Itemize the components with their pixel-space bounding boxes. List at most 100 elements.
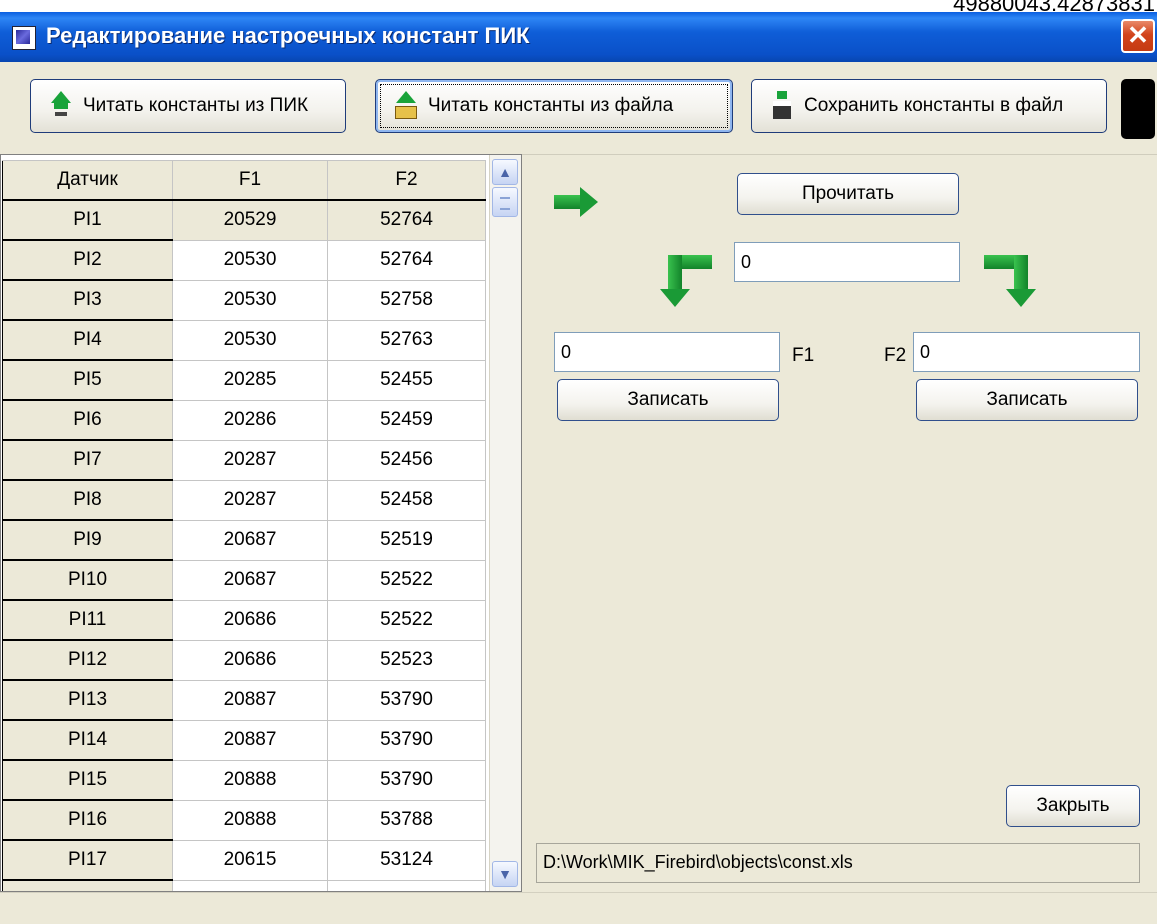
f1-cell[interactable]: 20888 bbox=[172, 759, 328, 801]
read-constants-from-file-button[interactable]: Читать константы из файла bbox=[375, 79, 733, 133]
f1-cell[interactable]: 20286 bbox=[172, 399, 328, 441]
f1-cell[interactable]: 20529 bbox=[172, 199, 328, 241]
title-bar[interactable]: Редактирование настроечных констант ПИК … bbox=[0, 12, 1157, 62]
table-row[interactable]: PI16 20888 53788 bbox=[2, 799, 486, 841]
upload-icon bbox=[49, 91, 73, 121]
scroll-up-button[interactable]: ▲ bbox=[492, 159, 518, 185]
read-constants-from-pik-button[interactable]: Читать константы из ПИК bbox=[30, 79, 346, 133]
f1-cell[interactable]: 20530 bbox=[172, 239, 328, 281]
write-f1-button[interactable]: Записать bbox=[557, 379, 779, 421]
sensor-cell[interactable]: PI14 bbox=[2, 719, 173, 761]
f1-cell[interactable]: 20287 bbox=[172, 479, 328, 521]
f2-cell[interactable]: 52758 bbox=[327, 279, 486, 321]
f2-cell[interactable]: 52522 bbox=[327, 599, 486, 641]
save-constants-to-file-button[interactable]: Сохранить константы в файл bbox=[751, 79, 1107, 133]
f1-cell[interactable]: 20687 bbox=[172, 519, 328, 561]
f1-cell[interactable]: 20686 bbox=[172, 639, 328, 681]
f2-cell[interactable]: 52764 bbox=[327, 199, 486, 241]
f2-cell[interactable]: 52764 bbox=[327, 239, 486, 281]
f2-cell[interactable]: 53125 bbox=[327, 879, 486, 891]
f2-cell[interactable]: 53124 bbox=[327, 839, 486, 881]
sensor-cell[interactable]: PI2 bbox=[2, 239, 173, 281]
sensor-cell[interactable]: PI8 bbox=[2, 479, 173, 521]
sensor-cell[interactable]: PI10 bbox=[2, 559, 173, 601]
f1-label: F1 bbox=[792, 345, 815, 366]
sensor-cell[interactable]: PI13 bbox=[2, 679, 173, 721]
f1-cell[interactable]: 20530 bbox=[172, 279, 328, 321]
sensor-cell[interactable]: PI4 bbox=[2, 319, 173, 361]
sensor-cell[interactable]: PI1 bbox=[2, 199, 173, 241]
table-row[interactable]: PI12 20686 52523 bbox=[2, 639, 486, 681]
sensor-cell[interactable]: PI6 bbox=[2, 399, 173, 441]
f2-cell[interactable]: 52519 bbox=[327, 519, 486, 561]
scroll-thumb[interactable] bbox=[492, 187, 518, 217]
sensor-cell[interactable]: PI11 bbox=[2, 599, 173, 641]
table-row[interactable]: PI15 20888 53790 bbox=[2, 759, 486, 801]
table-row[interactable]: PI1 20529 52764 bbox=[2, 199, 486, 241]
table-row[interactable]: PI11 20686 52522 bbox=[2, 599, 486, 641]
read-file-label: Читать константы из файла bbox=[428, 95, 674, 116]
f1-cell[interactable]: 20887 bbox=[172, 719, 328, 761]
sensor-cell[interactable]: PI7 bbox=[2, 439, 173, 481]
close-window-button[interactable]: ✕ bbox=[1121, 19, 1155, 53]
table-row[interactable]: PI4 20530 52763 bbox=[2, 319, 486, 361]
column-header-sensor[interactable]: Датчик bbox=[2, 160, 173, 201]
f1-cell[interactable]: 20530 bbox=[172, 319, 328, 361]
table-row[interactable]: PI3 20530 52758 bbox=[2, 279, 486, 321]
table-row[interactable]: PI2 20530 52764 bbox=[2, 239, 486, 281]
f2-cell[interactable]: 52459 bbox=[327, 399, 486, 441]
column-header-f1[interactable]: F1 bbox=[172, 160, 328, 201]
f1-cell[interactable]: 20687 bbox=[172, 559, 328, 601]
f2-cell[interactable]: 53790 bbox=[327, 759, 486, 801]
f1-cell[interactable]: 20615 bbox=[172, 839, 328, 881]
table-row[interactable]: PI9 20687 52519 bbox=[2, 519, 486, 561]
f2-cell[interactable]: 53790 bbox=[327, 719, 486, 761]
scroll-down-button[interactable]: ▼ bbox=[492, 861, 518, 887]
table-row[interactable]: PI7 20287 52456 bbox=[2, 439, 486, 481]
close-button[interactable]: Закрыть bbox=[1006, 785, 1140, 827]
table-row[interactable]: PI13 20887 53790 bbox=[2, 679, 486, 721]
sensor-cell[interactable]: PI3 bbox=[2, 279, 173, 321]
f2-value-field[interactable] bbox=[913, 332, 1140, 372]
read-value-field[interactable] bbox=[734, 242, 960, 282]
f1-cell[interactable]: 20285 bbox=[172, 359, 328, 401]
f1-value-field[interactable] bbox=[554, 332, 780, 372]
table-row[interactable]: PI5 20285 52455 bbox=[2, 359, 486, 401]
f2-cell[interactable]: 53788 bbox=[327, 799, 486, 841]
f2-cell[interactable]: 52523 bbox=[327, 639, 486, 681]
dialog-window: Редактирование настроечных констант ПИК … bbox=[0, 12, 1157, 924]
f2-cell[interactable]: 52455 bbox=[327, 359, 486, 401]
table-row[interactable]: PI10 20687 52522 bbox=[2, 559, 486, 601]
sensor-cell[interactable]: PI9 bbox=[2, 519, 173, 561]
table-row[interactable]: PI17 20615 53124 bbox=[2, 839, 486, 881]
write-f2-button[interactable]: Записать bbox=[916, 379, 1138, 421]
f1-cell[interactable]: 20887 bbox=[172, 679, 328, 721]
read-button[interactable]: Прочитать bbox=[737, 173, 959, 215]
table-row[interactable]: PI6 20286 52459 bbox=[2, 399, 486, 441]
status-bar bbox=[0, 892, 1157, 924]
f1-cell[interactable]: 20888 bbox=[172, 799, 328, 841]
column-header-f2[interactable]: F2 bbox=[327, 160, 486, 201]
vertical-scrollbar[interactable]: ▲ ▼ bbox=[489, 155, 521, 891]
table-row[interactable]: PI182061653125 bbox=[2, 879, 486, 891]
sensor-cell[interactable]: PI17 bbox=[2, 839, 173, 881]
constants-grid[interactable]: Датчик F1 F2 PI1 20529 52764 PI2 20530 52764… bbox=[0, 154, 522, 892]
table-row[interactable]: PI8 20287 52458 bbox=[2, 479, 486, 521]
table-row[interactable]: PI14 20887 53790 bbox=[2, 719, 486, 761]
f1-cell[interactable]: 20686 bbox=[172, 599, 328, 641]
sensor-cell[interactable]: PI16 bbox=[2, 799, 173, 841]
f1-cell[interactable]: 20616 bbox=[172, 879, 328, 891]
f2-cell[interactable]: 52522 bbox=[327, 559, 486, 601]
f2-cell[interactable]: 52458 bbox=[327, 479, 486, 521]
sensor-cell[interactable]: PI18 bbox=[2, 879, 173, 891]
f1-cell[interactable]: 20287 bbox=[172, 439, 328, 481]
f2-cell[interactable]: 53790 bbox=[327, 679, 486, 721]
sensor-cell[interactable]: PI15 bbox=[2, 759, 173, 801]
f2-cell[interactable]: 52763 bbox=[327, 319, 486, 361]
f2-cell[interactable]: 52456 bbox=[327, 439, 486, 481]
open-folder-icon bbox=[394, 91, 418, 121]
sensor-cell[interactable]: PI5 bbox=[2, 359, 173, 401]
constants-table: Датчик F1 F2 PI1 20529 52764 PI2 20530 52764… bbox=[2, 160, 486, 891]
sensor-cell[interactable]: PI12 bbox=[2, 639, 173, 681]
edit-panel: Прочитать F1 F2 Записать Записать Закрыт… bbox=[522, 154, 1157, 893]
